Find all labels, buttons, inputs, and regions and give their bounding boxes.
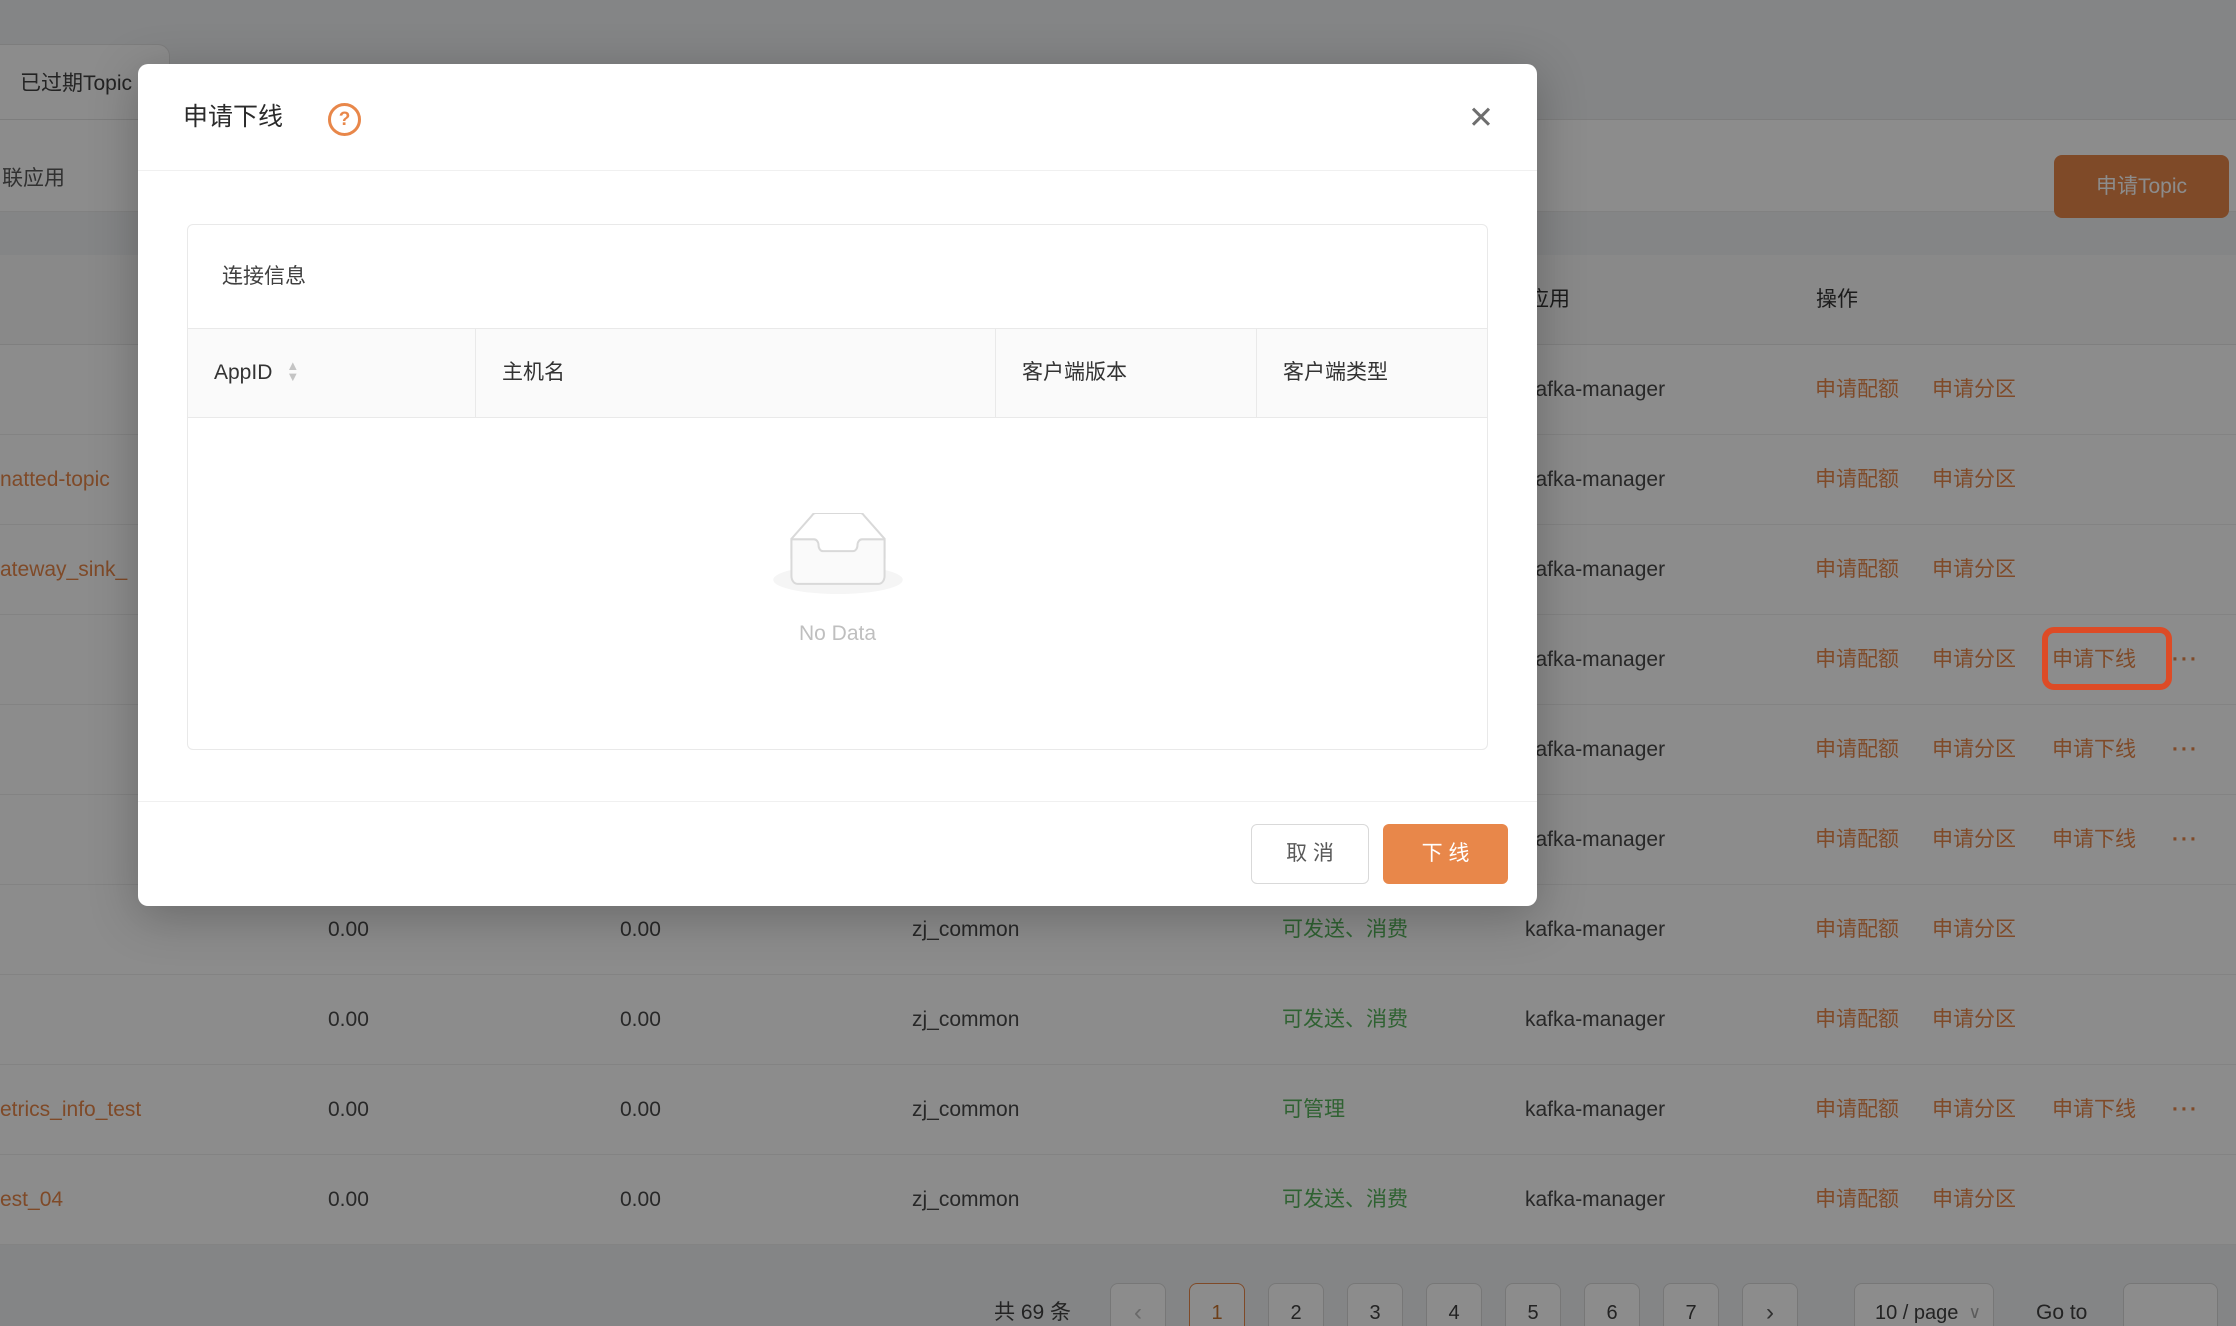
- screen: 已过期Topic 联应用 申请Topic 联应用 操作 kafka-manage…: [0, 0, 2236, 1326]
- cancel-button[interactable]: 取 消: [1251, 824, 1369, 884]
- sort-icon[interactable]: ▲▼: [286, 360, 299, 382]
- no-data-text: No Data: [799, 622, 876, 646]
- highlight-box: [2042, 627, 2172, 690]
- connection-info-card: 连接信息 AppID ▲▼ 主机名 客户端版本 客户端类型: [187, 224, 1488, 750]
- column-header-client-version: 客户端版本: [996, 329, 1257, 417]
- appid-label: AppID: [214, 361, 272, 384]
- column-header-appid: AppID ▲▼: [188, 329, 476, 417]
- offline-confirm-button[interactable]: 下 线: [1383, 824, 1508, 884]
- empty-box-icon: [773, 513, 903, 596]
- modal-title: 申请下线: [183, 64, 283, 171]
- column-header-hostname: 主机名: [476, 329, 996, 417]
- help-icon[interactable]: ?: [328, 103, 361, 136]
- column-header-client-type: 客户端类型: [1257, 329, 1487, 417]
- empty-state: No Data: [188, 419, 1487, 749]
- modal-table-header: AppID ▲▼ 主机名 客户端版本 客户端类型: [188, 328, 1487, 418]
- close-icon[interactable]: ✕: [1456, 94, 1506, 142]
- connection-info-title: 连接信息: [222, 225, 306, 328]
- apply-offline-modal: 申请下线 ? ✕ 连接信息 AppID ▲▼ 主机名 客户端版本 客户端类型: [138, 64, 1537, 906]
- modal-header: 申请下线 ? ✕: [138, 64, 1537, 171]
- modal-footer-divider: [138, 801, 1537, 802]
